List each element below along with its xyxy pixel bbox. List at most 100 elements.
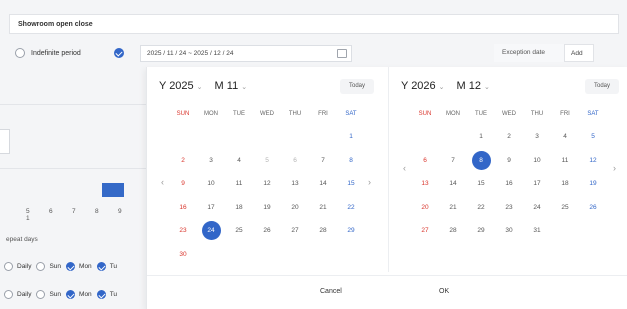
cancel-button[interactable]: Cancel xyxy=(320,288,342,295)
month-select[interactable]: M 11 ⌄ xyxy=(215,80,248,92)
day-cell[interactable]: 30 xyxy=(169,251,197,258)
day-cell[interactable]: 17 xyxy=(197,204,225,211)
day-cell[interactable]: 14 xyxy=(309,180,337,187)
day-cell[interactable]: 23 xyxy=(495,204,523,211)
day-cell[interactable]: 7 xyxy=(439,157,467,164)
day-cell[interactable]: 18 xyxy=(551,180,579,187)
selected-slot[interactable] xyxy=(102,183,124,197)
day-cell[interactable]: 2 xyxy=(169,157,197,164)
day-cell[interactable]: 29 xyxy=(337,227,365,234)
sun-radio[interactable] xyxy=(36,262,46,271)
date-range-input[interactable]: 2025 / 11 / 24 ~ 2025 / 12 / 24 xyxy=(140,45,352,62)
day-cell[interactable]: 4 xyxy=(225,157,253,164)
today-button[interactable]: Today xyxy=(340,79,374,94)
day-cell[interactable]: 1 xyxy=(467,133,495,140)
day-cell[interactable]: 31 xyxy=(523,227,551,234)
day-cell[interactable]: 15 xyxy=(337,180,365,187)
day-cell[interactable]: 26 xyxy=(253,227,281,234)
day-cell[interactable]: 20 xyxy=(411,204,439,211)
day-cell[interactable]: 7 xyxy=(309,157,337,164)
sun-label: Sun xyxy=(49,263,62,270)
calendar-icon[interactable] xyxy=(337,49,347,58)
weekday-header: TUE xyxy=(233,111,245,117)
day-cell[interactable]: 25 xyxy=(225,227,253,234)
next-month-icon[interactable]: › xyxy=(613,163,616,173)
day-cell[interactable]: 28 xyxy=(439,227,467,234)
tue-checkbox[interactable] xyxy=(96,262,106,271)
day-cell[interactable]: 16 xyxy=(169,204,197,211)
day-cell[interactable]: 2 xyxy=(495,133,523,140)
daily-radio[interactable] xyxy=(4,290,13,299)
add-exception-button[interactable]: Add xyxy=(564,44,594,62)
day-cell[interactable]: 21 xyxy=(439,204,467,211)
day-cell[interactable]: 8 xyxy=(337,157,365,164)
day-cell[interactable]: 13 xyxy=(281,180,309,187)
sun-radio[interactable] xyxy=(36,290,46,299)
year-select[interactable]: Y 2026 ⌄ xyxy=(401,80,445,92)
year-select[interactable]: Y 2025 ⌄ xyxy=(159,80,203,92)
day-cell[interactable]: 12 xyxy=(579,157,607,164)
exception-date-label: Exception date xyxy=(494,44,564,62)
mon-checkbox[interactable] xyxy=(66,290,76,299)
day-cell[interactable]: 10 xyxy=(197,180,225,187)
date-range-value: 2025 / 11 / 24 ~ 2025 / 12 / 24 xyxy=(147,50,234,57)
ok-button[interactable]: OK xyxy=(439,288,449,295)
day-cell[interactable]: 16 xyxy=(495,180,523,187)
day-cell[interactable]: 14 xyxy=(439,180,467,187)
day-cell[interactable]: 3 xyxy=(197,157,225,164)
day-cell[interactable]: 9 xyxy=(169,180,197,187)
day-cell[interactable]: 12 xyxy=(253,180,281,187)
day-cell[interactable]: 18 xyxy=(225,204,253,211)
day-cell[interactable]: 23 xyxy=(169,227,197,234)
day-cell[interactable]: 20 xyxy=(281,204,309,211)
day-cell[interactable]: 10 xyxy=(523,157,551,164)
day-cell[interactable]: 6 xyxy=(411,157,439,164)
today-button[interactable]: Today xyxy=(585,79,619,94)
day-cell[interactable]: 5 xyxy=(253,157,281,164)
day-cell[interactable]: 1 xyxy=(337,133,365,140)
weekday-header: SUN xyxy=(418,111,432,117)
prev-month-icon[interactable]: ‹ xyxy=(403,163,406,173)
day-cell[interactable]: 17 xyxy=(523,180,551,187)
day-cell[interactable]: 19 xyxy=(579,180,607,187)
day-cell[interactable]: 4 xyxy=(551,133,579,140)
day-cell[interactable]: 3 xyxy=(523,133,551,140)
slot-number: 7 xyxy=(72,208,76,215)
next-month-icon[interactable]: › xyxy=(368,177,371,187)
day-cell[interactable]: 26 xyxy=(579,204,607,211)
day-cell[interactable]: 30 xyxy=(495,227,523,234)
month-select[interactable]: M 12 ⌄ xyxy=(457,80,490,92)
mon-label: Mon xyxy=(79,291,92,298)
schedule-left-pane: 5 6 7 8 9 1 epeat days Daily Sun Mon Tu Daily… xyxy=(0,70,160,309)
slot-number: 5 xyxy=(26,208,30,215)
day-cell[interactable]: 22 xyxy=(337,204,365,211)
day-cell[interactable]: 15 xyxy=(467,180,495,187)
day-cell[interactable]: 11 xyxy=(551,157,579,164)
day-cell[interactable]: 27 xyxy=(411,227,439,234)
weekday-header: MON xyxy=(204,111,218,117)
selected-day-cell[interactable]: 24 xyxy=(197,221,225,241)
day-cell[interactable]: 25 xyxy=(551,204,579,211)
day-cell[interactable]: 21 xyxy=(309,204,337,211)
prev-month-icon[interactable]: ‹ xyxy=(161,177,164,187)
daily-radio[interactable] xyxy=(4,262,13,271)
day-cell[interactable]: 28 xyxy=(309,227,337,234)
time-field[interactable] xyxy=(0,129,10,154)
day-cell[interactable]: 13 xyxy=(411,180,439,187)
day-cell[interactable]: 6 xyxy=(281,157,309,164)
day-cell[interactable]: 27 xyxy=(281,227,309,234)
mon-checkbox[interactable] xyxy=(66,262,76,271)
weekday-header: WED xyxy=(502,111,516,117)
day-cell[interactable]: 19 xyxy=(253,204,281,211)
day-cell[interactable]: 5 xyxy=(579,133,607,140)
tue-checkbox[interactable] xyxy=(96,290,106,299)
selected-day-cell[interactable]: 8 xyxy=(467,150,495,170)
day-cell[interactable]: 24 xyxy=(523,204,551,211)
date-range-radio[interactable] xyxy=(113,48,124,58)
day-cell[interactable]: 22 xyxy=(467,204,495,211)
day-cell[interactable]: 11 xyxy=(225,180,253,187)
day-cell[interactable]: 29 xyxy=(467,227,495,234)
day-cell[interactable]: 9 xyxy=(495,157,523,164)
year-value: Y 2025 xyxy=(159,80,194,92)
indefinite-period-radio[interactable] xyxy=(15,48,25,58)
